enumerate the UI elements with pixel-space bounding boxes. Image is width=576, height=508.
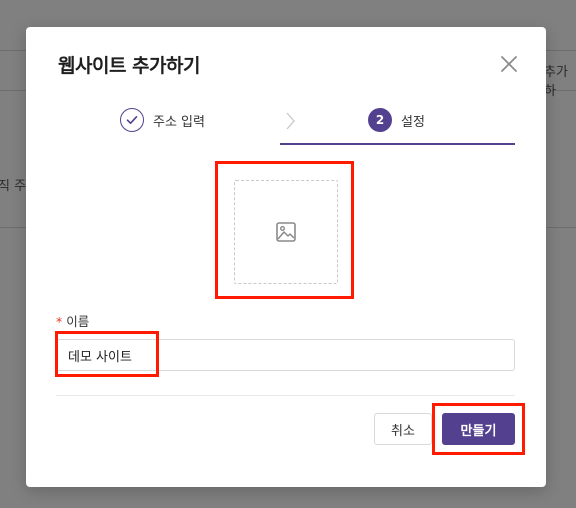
bg-divider: [0, 90, 26, 91]
create-button[interactable]: 만들기: [442, 413, 515, 445]
image-upload-placeholder[interactable]: [234, 180, 338, 284]
footer-divider: [56, 395, 515, 396]
name-input[interactable]: [56, 339, 515, 371]
bg-divider: [546, 50, 576, 51]
close-icon: [501, 56, 517, 72]
step-settings[interactable]: 2 설정: [368, 105, 425, 135]
add-website-modal: 웹사이트 추가하기 주소 입력 2 설정 * 이름 데모 사이트 취소 만들기: [26, 27, 546, 487]
check-icon: [126, 115, 138, 124]
step-1-label: 주소 입력: [153, 114, 205, 130]
step-address-input[interactable]: 주소 입력: [120, 105, 205, 135]
bg-divider: [0, 50, 26, 51]
stepper: 주소 입력 2 설정: [26, 105, 546, 145]
name-label-text: 이름: [66, 314, 90, 329]
required-mark: *: [56, 314, 63, 329]
step-1-check-circle: [120, 108, 144, 132]
bg-right-text: 추가하: [544, 65, 568, 99]
modal-title: 웹사이트 추가하기: [58, 55, 200, 77]
close-button[interactable]: [499, 54, 519, 74]
chevron-right-icon: [286, 112, 295, 130]
cancel-button[interactable]: 취소: [374, 413, 432, 445]
active-step-underline: [280, 143, 515, 145]
image-icon: [276, 222, 296, 242]
bg-divider: [546, 227, 576, 228]
name-field-label: * 이름: [56, 311, 89, 330]
bg-left-text: 직 주: [0, 179, 27, 194]
bg-divider: [0, 227, 26, 228]
step-2-number: 2: [368, 108, 392, 132]
step-2-label: 설정: [401, 114, 425, 130]
